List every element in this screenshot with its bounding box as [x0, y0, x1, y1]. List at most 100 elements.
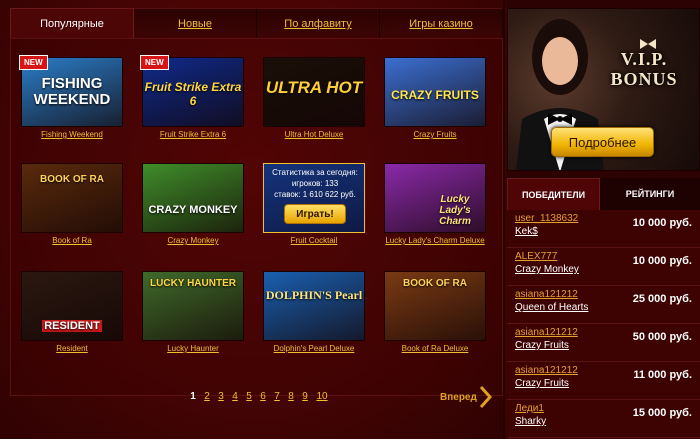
page-link-7[interactable]: 7: [270, 391, 284, 407]
winner-game[interactable]: Crazy Fruits: [515, 340, 569, 351]
list-item: ALEX777 Crazy Monkey 10 000 руб.: [507, 248, 700, 286]
game-card[interactable]: Статистика за сегодня: игроков: 133 став…: [263, 163, 365, 253]
game-name-link[interactable]: Ultra Hot Deluxe: [253, 130, 375, 139]
chevron-right-icon[interactable]: [478, 385, 492, 409]
sidebar: V.I.P. BONUS Подробнее ПОБЕДИТЕЛИ РЕЙТИН…: [507, 0, 700, 439]
game-card[interactable]: Fruit Strike Extra 6 NEW Fruit Strike Ex…: [140, 55, 244, 147]
game-name-link[interactable]: Book of Ra: [11, 236, 133, 245]
game-card[interactable]: LUCKY HAUNTER Lucky Haunter: [142, 271, 244, 361]
tab-casino-games[interactable]: Игры казино: [380, 8, 503, 38]
page-link-9[interactable]: 9: [298, 391, 312, 407]
game-thumbnail[interactable]: ULTRA HOT: [263, 57, 365, 127]
game-thumbnail[interactable]: CRAZY FRUITS: [384, 57, 486, 127]
game-name-link[interactable]: Fruit Strike Extra 6: [132, 130, 254, 139]
game-card[interactable]: CRAZY FRUITS Crazy Fruits: [384, 57, 486, 147]
game-name-link[interactable]: Dolphin's Pearl Deluxe: [253, 344, 375, 353]
game-thumbnail[interactable]: BOOK OF RA: [384, 271, 486, 341]
page-link-10[interactable]: 10: [312, 391, 332, 407]
winner-amount: 15 000 руб.: [632, 407, 692, 419]
game-thumbnail-title: DOLPHIN'S Pearl: [265, 288, 363, 302]
winner-amount: 10 000 руб.: [632, 255, 692, 267]
game-card[interactable]: BOOK OF RA Book of Ra: [21, 163, 123, 253]
game-card[interactable]: ULTRA HOT Ultra Hot Deluxe: [263, 57, 365, 147]
pagination: 1 2 3 4 5 6 7 8 9 10: [186, 391, 332, 407]
winner-game[interactable]: Sharky: [515, 416, 546, 427]
winner-username[interactable]: asiana121212: [515, 365, 578, 376]
game-name-link[interactable]: Fruit Cocktail: [253, 236, 375, 245]
game-thumbnail[interactable]: RESIDENT: [21, 271, 123, 341]
game-thumbnail-title: CRAZY MONKEY: [148, 204, 238, 216]
game-card[interactable]: BOOK OF RA Book of Ra Deluxe: [384, 271, 486, 361]
page-link-8[interactable]: 8: [284, 391, 298, 407]
game-card[interactable]: Lucky Lady's Charm Lucky Lady's Charm De…: [384, 163, 486, 253]
game-thumbnail-title: ULTRA HOT: [265, 78, 363, 97]
winner-game[interactable]: Queen of Hearts: [515, 302, 588, 313]
game-thumbnail[interactable]: Статистика за сегодня: игроков: 133 став…: [263, 163, 365, 233]
winners-tabs: ПОБЕДИТЕЛИ РЕЙТИНГИ: [507, 178, 700, 210]
list-item: user_1138632 Kek$ 10 000 руб.: [507, 210, 700, 248]
games-panel: Популярные Новые По алфавиту Игры казино…: [0, 0, 505, 439]
page-link-3[interactable]: 3: [214, 391, 228, 407]
game-thumbnail[interactable]: CRAZY MONKEY: [142, 163, 244, 233]
games-grid: FISHING WEEKEND NEW Fishing Weekend Frui…: [10, 38, 503, 396]
winner-username[interactable]: user_1138632: [515, 213, 578, 224]
more-details-button[interactable]: Подробнее: [551, 127, 654, 157]
page-link-4[interactable]: 4: [228, 391, 242, 407]
game-thumbnail[interactable]: BOOK OF RA: [21, 163, 123, 233]
winner-username[interactable]: Леди1: [515, 403, 544, 414]
page-link-6[interactable]: 6: [256, 391, 270, 407]
winner-username[interactable]: ALEX777: [515, 251, 557, 262]
game-name-link[interactable]: Resident: [11, 344, 133, 353]
game-name-link[interactable]: Fishing Weekend: [11, 130, 133, 139]
stats-bets: ставок: 1 610 622 руб.: [274, 190, 356, 199]
vip-title-line1: V.I.P.: [620, 49, 668, 69]
winner-username[interactable]: asiana121212: [515, 327, 578, 338]
page-link-1[interactable]: 1: [186, 391, 200, 407]
game-card[interactable]: CRAZY MONKEY Crazy Monkey: [142, 163, 244, 253]
games-tabs: Популярные Новые По алфавиту Игры казино: [10, 8, 503, 38]
game-card[interactable]: RESIDENT Resident: [21, 271, 123, 361]
game-thumbnail-title: BOOK OF RA: [40, 174, 104, 185]
stats-players: игроков: 133: [291, 179, 339, 188]
game-thumbnail-title: FISHING WEEKEND: [33, 75, 111, 108]
game-name-link[interactable]: Lucky Lady's Charm Deluxe: [374, 236, 496, 245]
game-thumbnail-title: LUCKY HAUNTER: [150, 278, 236, 289]
tab-popular[interactable]: Популярные: [10, 8, 134, 38]
tab-winners[interactable]: ПОБЕДИТЕЛИ: [507, 178, 600, 210]
stats-text: Статистика за сегодня: игроков: 133 став…: [266, 167, 364, 200]
game-thumbnail-title: CRAZY FRUITS: [391, 88, 479, 102]
game-thumbnail[interactable]: DOLPHIN'S Pearl: [263, 271, 365, 341]
game-thumbnail[interactable]: LUCKY HAUNTER: [142, 271, 244, 341]
vip-bonus-banner[interactable]: V.I.P. BONUS Подробнее: [507, 8, 700, 171]
game-thumbnail-title: BOOK OF RA: [403, 278, 467, 289]
game-name-link[interactable]: Lucky Haunter: [132, 344, 254, 353]
game-thumbnail[interactable]: Lucky Lady's Charm: [384, 163, 486, 233]
list-item: Леди1 Sharky 15 000 руб.: [507, 400, 700, 438]
winner-amount: 11 000 руб.: [633, 369, 692, 381]
game-name-link[interactable]: Crazy Monkey: [132, 236, 254, 245]
tab-new[interactable]: Новые: [134, 8, 257, 38]
new-badge: NEW: [140, 55, 169, 70]
winner-game[interactable]: Crazy Monkey: [515, 264, 579, 275]
winner-amount: 25 000 руб.: [632, 293, 692, 305]
game-name-link[interactable]: Crazy Fruits: [374, 130, 496, 139]
winner-username[interactable]: asiana121212: [515, 289, 578, 300]
game-name-link[interactable]: Book of Ra Deluxe: [374, 344, 496, 353]
game-thumbnail-title: RESIDENT: [42, 320, 102, 332]
page-link-5[interactable]: 5: [242, 391, 256, 407]
vip-title-line2: BONUS: [610, 69, 678, 89]
vip-bonus-title: V.I.P. BONUS: [594, 49, 694, 89]
tab-ratings[interactable]: РЕЙТИНГИ: [600, 178, 700, 210]
game-thumbnail-title: Fruit Strike Extra 6: [144, 80, 242, 108]
stats-overlay: Статистика за сегодня: игроков: 133 став…: [264, 164, 364, 232]
tab-alphabetical[interactable]: По алфавиту: [257, 8, 380, 38]
page-link-2[interactable]: 2: [200, 391, 214, 407]
game-card[interactable]: DOLPHIN'S Pearl Dolphin's Pearl Deluxe: [263, 271, 365, 361]
winners-list: user_1138632 Kek$ 10 000 руб. ALEX777 Cr…: [507, 210, 700, 439]
next-page-link[interactable]: Вперед: [440, 392, 477, 403]
play-button[interactable]: Играть!: [284, 204, 346, 224]
winner-game[interactable]: Crazy Fruits: [515, 378, 569, 389]
list-item: asiana121212 Crazy Fruits 50 000 руб.: [507, 324, 700, 362]
game-card[interactable]: FISHING WEEKEND NEW Fishing Weekend: [19, 55, 123, 147]
winner-game[interactable]: Kek$: [515, 226, 538, 237]
